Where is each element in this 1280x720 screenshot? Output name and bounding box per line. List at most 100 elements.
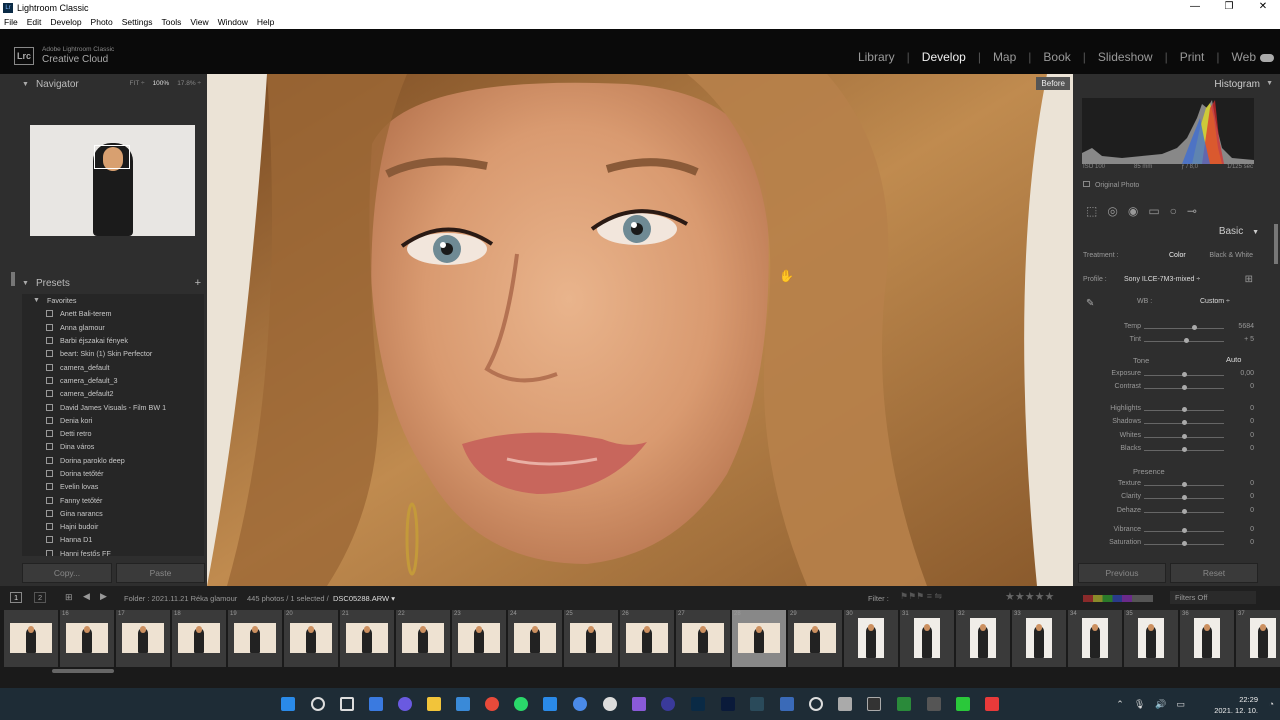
slider-value[interactable]: 0 — [1250, 493, 1254, 500]
filter-dropdown[interactable]: Filters Off — [1170, 591, 1256, 604]
slider-knob[interactable] — [1182, 541, 1187, 546]
slider-vibrance[interactable]: Vibrance 0 — [1079, 526, 1254, 538]
filmstrip-thumb[interactable]: 16 — [60, 610, 114, 667]
task-view-icon[interactable] — [340, 697, 354, 711]
maximize-button[interactable]: ❐ — [1212, 0, 1246, 14]
module-develop[interactable]: Develop — [922, 50, 966, 64]
filmstrip-thumb[interactable]: 25 — [564, 610, 618, 667]
preset-item[interactable]: Dorina paroklo deep — [22, 454, 204, 467]
paste-button[interactable]: Paste — [116, 563, 205, 583]
navigator-zoom-box[interactable] — [94, 145, 130, 169]
slider-shadows[interactable]: Shadows 0 — [1079, 418, 1254, 430]
flag-filter-icons[interactable]: ⚑⚑⚑ ≡ ⇋ — [900, 591, 942, 602]
search-icon[interactable] — [311, 697, 325, 711]
filmstrip-thumb[interactable]: 24 — [508, 610, 562, 667]
forward-arrow-icon[interactable]: ▶ — [100, 591, 107, 602]
left-scroll-handle[interactable] — [11, 272, 15, 286]
spotify-icon[interactable] — [514, 697, 528, 711]
slider-tint[interactable]: Tint + 5 — [1079, 336, 1254, 348]
menu-settings[interactable]: Settings — [122, 17, 153, 27]
slider-value[interactable]: 0 — [1250, 383, 1254, 390]
star-filter-icons[interactable]: ★★★★★ — [1005, 590, 1054, 603]
radial-filter-icon[interactable]: ○ — [1170, 204, 1177, 218]
preset-item[interactable]: Evelin lovas — [22, 480, 204, 493]
secondary-window-button[interactable]: 2 — [34, 592, 47, 603]
wb-dropdown[interactable]: Custom ÷ — [1200, 298, 1230, 305]
slider-value[interactable]: 0 — [1250, 418, 1254, 425]
brush-icon[interactable]: ⊸ — [1187, 204, 1197, 218]
histogram-title[interactable]: Histogram — [1214, 79, 1260, 90]
slider-highlights[interactable]: Highlights 0 — [1079, 405, 1254, 417]
copy-button[interactable]: Copy... — [22, 563, 112, 583]
preset-item[interactable]: beart: Skin (1) Skin Perfector — [22, 347, 204, 360]
add-preset-icon[interactable]: + — [195, 277, 201, 289]
module-slideshow[interactable]: Slideshow — [1098, 50, 1153, 64]
network-icon[interactable]: ▭ — [1176, 699, 1185, 710]
chrome-icon[interactable] — [485, 697, 499, 711]
app-icon-generic[interactable] — [838, 697, 852, 711]
slider-knob[interactable] — [1182, 447, 1187, 452]
filmstrip-thumb[interactable]: 36 — [1180, 610, 1234, 667]
slider-exposure[interactable]: Exposure 0,00 — [1079, 370, 1254, 382]
start-icon[interactable] — [281, 697, 295, 711]
slider-knob[interactable] — [1182, 495, 1187, 500]
widgets-icon[interactable] — [369, 697, 383, 711]
filmstrip-thumb[interactable]: 17 — [116, 610, 170, 667]
preset-item[interactable]: Dina város — [22, 440, 204, 453]
cloud-icon[interactable] — [1260, 54, 1274, 62]
slider-track[interactable] — [1144, 328, 1224, 329]
crop-icon[interactable]: ⬚ — [1086, 204, 1097, 218]
slider-knob[interactable] — [1182, 528, 1187, 533]
slider-knob[interactable] — [1182, 482, 1187, 487]
preset-item[interactable]: Barbi éjszakai fények — [22, 334, 204, 347]
preset-item[interactable]: camera_default2 — [22, 387, 204, 400]
filmstrip-thumb[interactable]: 20 — [284, 610, 338, 667]
reset-button[interactable]: Reset — [1170, 563, 1258, 583]
histogram-collapse-icon[interactable]: ▼ — [1266, 80, 1273, 87]
menu-edit[interactable]: Edit — [27, 17, 42, 27]
preset-item[interactable]: Hajni budoir — [22, 520, 204, 533]
tone-auto-button[interactable]: Auto — [1226, 355, 1241, 364]
filename-dropdown[interactable]: DSC05288.ARW ▾ — [333, 594, 395, 603]
filmstrip-thumb[interactable]: 34 — [1068, 610, 1122, 667]
slider-value[interactable]: 0 — [1250, 405, 1254, 412]
filmstrip-thumb[interactable]: 37 — [1236, 610, 1280, 667]
terminal-icon[interactable] — [867, 697, 881, 711]
module-web[interactable]: Web — [1232, 50, 1256, 64]
grid-icon[interactable]: ⊞ — [65, 592, 73, 603]
profile-dropdown[interactable]: Sony ILCE-7M3-mixed ÷ — [1124, 276, 1200, 283]
primary-window-button[interactable]: 1 — [10, 592, 23, 603]
teams-icon[interactable] — [398, 697, 412, 711]
mail-icon[interactable] — [456, 697, 470, 711]
folder-path[interactable]: Folder : 2021.11.21 Réka glamour — [124, 594, 237, 603]
save-app-icon[interactable] — [632, 697, 646, 711]
nav-zoom[interactable]: 17.8% ÷ — [177, 80, 201, 87]
filmstrip-thumb[interactable]: 29 — [788, 610, 842, 667]
color-label-filter[interactable] — [1083, 595, 1153, 602]
maps-icon[interactable] — [573, 697, 587, 711]
treatment-bw[interactable]: Black & White — [1209, 252, 1253, 259]
visio-icon[interactable] — [780, 697, 794, 711]
slider-knob[interactable] — [1182, 420, 1187, 425]
menu-develop[interactable]: Develop — [50, 17, 81, 27]
filmstrip-thumb[interactable] — [4, 610, 58, 667]
menu-view[interactable]: View — [190, 17, 208, 27]
slider-value[interactable]: 5684 — [1238, 323, 1254, 330]
menu-file[interactable]: File — [4, 17, 18, 27]
vscode-icon[interactable] — [543, 697, 557, 711]
slider-saturation[interactable]: Saturation 0 — [1079, 539, 1254, 551]
preset-folder[interactable]: ▼ Favorites — [22, 294, 204, 307]
module-library[interactable]: Library — [858, 50, 895, 64]
app-icon-generic[interactable] — [927, 697, 941, 711]
filmstrip-thumb[interactable]: 26 — [620, 610, 674, 667]
app-icon-generic[interactable] — [985, 697, 999, 711]
slider-texture[interactable]: Texture 0 — [1079, 480, 1254, 492]
navigator-preview[interactable] — [30, 125, 195, 236]
slider-blacks[interactable]: Blacks 0 — [1079, 445, 1254, 457]
preset-item[interactable]: Gina narancs — [22, 507, 204, 520]
preset-item[interactable]: Fanny tetőtér — [22, 493, 204, 506]
menu-window[interactable]: Window — [218, 17, 248, 27]
preset-item[interactable]: Anett Bali-terem — [22, 307, 204, 320]
wb-eyedropper-icon[interactable]: ✎ — [1086, 298, 1094, 309]
speaker-icon[interactable]: 🔊 — [1155, 699, 1166, 710]
